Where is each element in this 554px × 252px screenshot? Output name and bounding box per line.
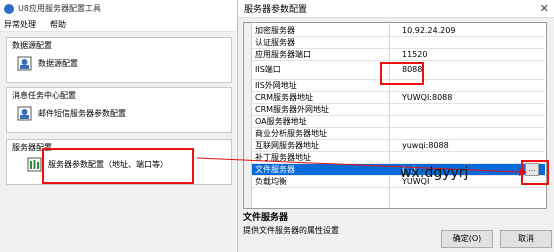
server-icon [27,157,42,172]
cancel-button[interactable]: 取消 [500,230,552,248]
property-name: 认证服务器 [255,38,295,47]
property-name: IIS端口 [255,65,281,74]
property-value[interactable]: YUWQI:8088 [402,92,452,103]
property-name: IIS外网地址 [255,81,297,90]
property-name: 应用服务器端口 [255,50,311,59]
property-row[interactable]: 认证服务器 [252,37,545,49]
property-row[interactable]: CRM服务器地址 YUWQI:8088 [252,92,545,104]
group-title: 消息任务中心配置 [12,91,76,100]
description-title: 文件服务器 [243,213,289,223]
property-name: 互联网服务器地址 [255,141,319,150]
button-label: 邮件短信服务器参数配置 [38,108,126,118]
property-row[interactable]: 互联网服务器地址 yuwqi:8088 [252,140,545,152]
ok-button[interactable]: 确定(O) [441,230,493,248]
mail-icon [17,106,32,121]
database-icon [17,56,32,71]
menu-exception[interactable]: 异常处理 [4,19,36,30]
property-value[interactable]: yuwqi:8088 [402,140,449,151]
highlight-box-iis-port [380,62,424,85]
property-row[interactable]: OA服务器地址 [252,116,545,128]
menu-bar: 异常处理 帮助 [0,17,236,32]
message-center-group: 消息任务中心配置 邮件短信服务器参数配置 [6,87,232,133]
group-title: 数据源配置 [12,41,52,50]
property-row[interactable]: CRM服务器外网地址 [252,104,545,116]
mail-sms-config-button[interactable]: 邮件短信服务器参数配置 [13,102,132,124]
watermark-text: wx:dgyyrj [400,165,469,181]
datasource-config-button[interactable]: 数据源配置 [13,52,84,74]
app-icon [4,3,14,14]
dialog-title: 服务器参数配置 [244,5,308,15]
property-name: OA服务器地址 [255,117,307,126]
property-name: 加密服务器 [255,26,295,35]
button-label: 数据源配置 [38,58,78,68]
property-value[interactable]: 10.92.24.209 [402,25,455,36]
property-name: 商业分析服务器地址 [255,129,327,138]
window-title: U8应用服务器配置工具 [18,4,101,13]
dialog-title-bar: 服务器参数配置 ✕ [238,0,554,18]
property-grid: 加密服务器 10.92.24.209 认证服务器 应用服务器端口 11520 I… [243,22,547,209]
property-row[interactable]: 加密服务器 10.92.24.209 [252,25,545,37]
annotation-arrow [197,157,527,176]
menu-help[interactable]: 帮助 [50,19,66,30]
property-row[interactable]: 应用服务器端口 11520 [252,49,545,61]
grid-gutter [244,23,252,208]
datasource-group: 数据源配置 数据源配置 [6,37,232,83]
property-name: CRM服务器地址 [255,93,314,102]
property-value[interactable]: 11520 [402,49,427,60]
close-icon[interactable]: ✕ [540,2,549,15]
highlight-box-server-button [42,148,194,184]
title-bar: U8应用服务器配置工具 [0,0,236,17]
property-row[interactable]: 商业分析服务器地址 [252,128,545,140]
property-name: CRM服务器外网地址 [255,105,330,114]
config-tool-window: U8应用服务器配置工具 异常处理 帮助 数据源配置 数据源配置 消息任务中心配置… [0,0,236,252]
server-params-dialog: 服务器参数配置 ✕ 加密服务器 10.92.24.209 认证服务器 应用服务器… [237,0,554,252]
